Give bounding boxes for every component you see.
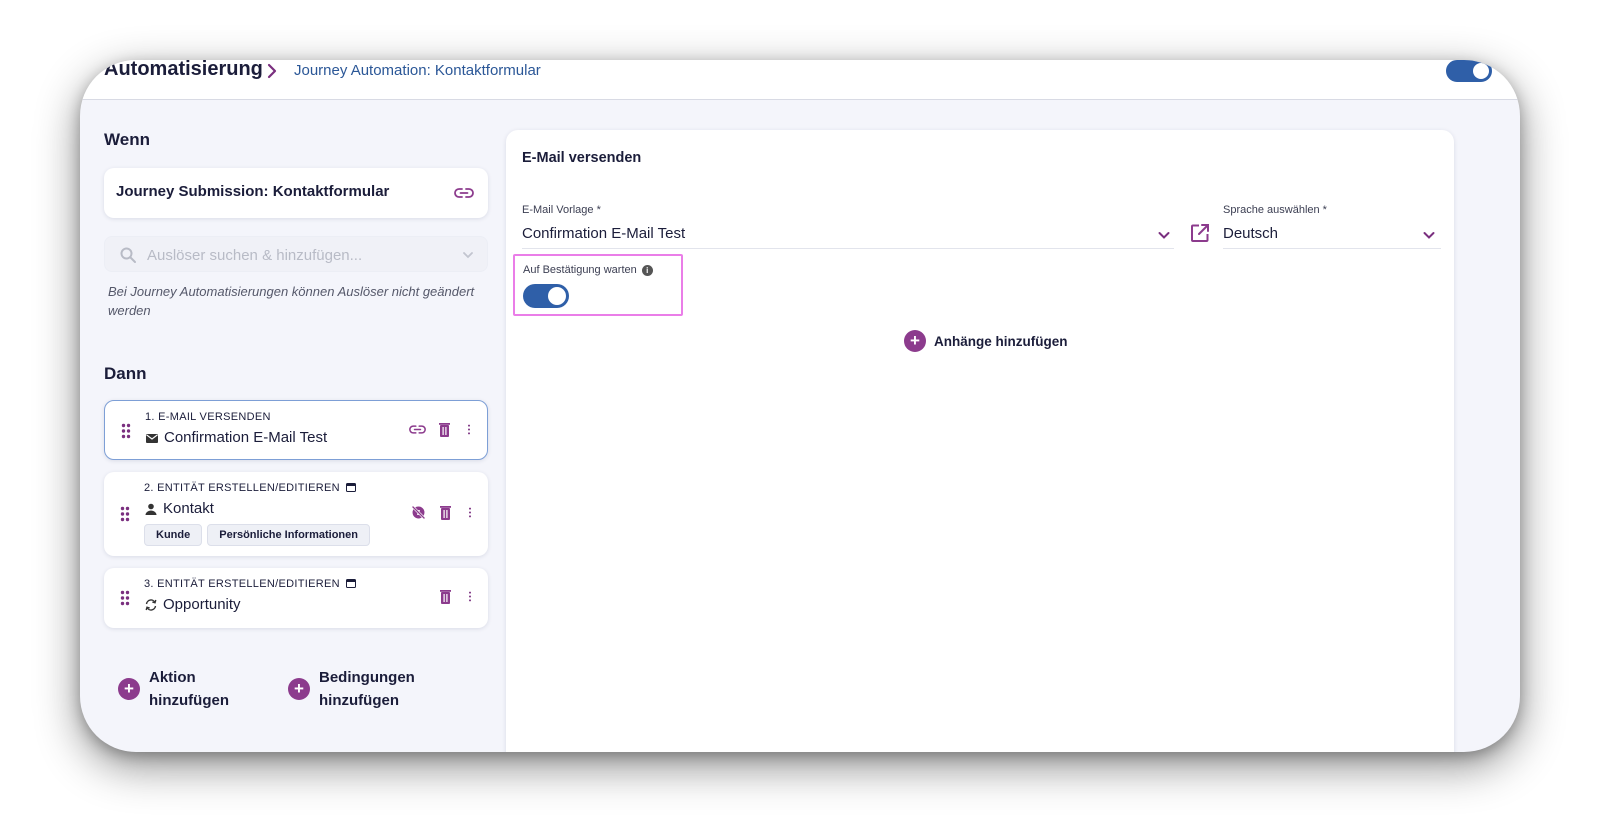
language-label: Sprache auswählen * (1223, 204, 1327, 216)
action-icons (410, 504, 476, 521)
trash-icon[interactable] (437, 504, 454, 521)
mail-icon (146, 433, 158, 443)
confirm-toggle[interactable] (523, 284, 569, 308)
action-card[interactable]: 1. E-MAIL VERSENDEN Confirmation E-Mail … (104, 400, 488, 460)
trigger-hint: Bei Journey Automatisierungen können Aus… (108, 284, 475, 318)
confirm-label: Auf Bestätigung warten i (523, 264, 653, 276)
template-select[interactable]: Confirmation E-Mail Test (522, 225, 685, 242)
action-icons (437, 588, 476, 605)
sync-icon (145, 598, 157, 611)
when-section-title: Wenn (104, 130, 150, 149)
trash-icon[interactable] (437, 588, 454, 605)
chevron-down-icon[interactable] (1157, 228, 1171, 242)
calendar-icon (346, 483, 357, 492)
chevron-right-icon (267, 63, 277, 79)
add-action-button[interactable]: + Aktion hinzufügen (118, 666, 229, 712)
chevron-down-icon[interactable] (461, 248, 475, 262)
tag: Kunde (144, 524, 203, 546)
then-section-title: Dann (104, 364, 147, 383)
trigger-card[interactable]: Journey Submission: Kontaktformular (104, 168, 488, 218)
top-bar: Automatisierung Journey Automation: Kont… (80, 60, 1520, 100)
trigger-label: Journey Submission: Kontaktformular (116, 183, 390, 200)
divider (1223, 248, 1441, 249)
info-icon[interactable]: i (641, 264, 653, 276)
language-select[interactable]: Deutsch (1223, 225, 1278, 242)
drag-handle-icon[interactable] (121, 423, 131, 439)
more-vert-icon[interactable] (464, 504, 476, 521)
confirm-highlight: Auf Bestätigung warten i (513, 254, 683, 316)
breadcrumb-root[interactable]: Automatisierung (104, 60, 263, 81)
panel-title: E-Mail versenden (522, 150, 642, 166)
open-external-icon[interactable] (1190, 223, 1210, 243)
action-name: Opportunity (144, 596, 241, 613)
person-icon (145, 503, 157, 515)
template-label: E-Mail Vorlage * (522, 204, 601, 216)
calendar-icon (346, 579, 357, 588)
action-title: 2. ENTITÄT ERSTELLEN/EDITIEREN (144, 482, 357, 494)
trigger-search-input[interactable] (147, 243, 447, 267)
action-detail-panel: E-Mail versenden E-Mail Vorlage * Confir… (506, 130, 1454, 752)
app-window: Automatisierung Journey Automation: Kont… (80, 60, 1520, 752)
tag: Persönliche Informationen (207, 524, 370, 546)
divider (522, 248, 1174, 249)
action-card[interactable]: 2. ENTITÄT ERSTELLEN/EDITIEREN Kontakt K… (104, 472, 488, 556)
action-title: 3. ENTITÄT ERSTELLEN/EDITIEREN (144, 578, 357, 590)
plus-icon: + (288, 678, 310, 700)
drag-handle-icon[interactable] (120, 590, 130, 606)
more-vert-icon[interactable] (463, 421, 475, 438)
action-name: Confirmation E-Mail Test (145, 429, 327, 446)
link-icon[interactable] (454, 184, 474, 202)
action-icons (409, 421, 475, 438)
trash-icon[interactable] (436, 421, 453, 438)
action-title: 1. E-MAIL VERSENDEN (145, 411, 271, 423)
link-icon[interactable] (409, 421, 426, 438)
more-vert-icon[interactable] (464, 588, 476, 605)
automation-active-toggle[interactable] (1446, 60, 1492, 82)
chevron-down-icon[interactable] (1422, 228, 1436, 242)
add-condition-button[interactable]: + Bedingungen hinzufügen (288, 666, 415, 712)
search-icon (120, 247, 136, 263)
link-off-icon[interactable] (410, 504, 427, 521)
plus-icon: + (904, 330, 926, 352)
action-card[interactable]: 3. ENTITÄT ERSTELLEN/EDITIEREN Opportuni… (104, 568, 488, 628)
action-tags: Kunde Persönliche Informationen (144, 524, 370, 546)
add-attachments-button[interactable]: + Anhänge hinzufügen (904, 330, 1067, 352)
plus-icon: + (118, 678, 140, 700)
breadcrumb-current: Journey Automation: Kontaktformular (294, 62, 541, 79)
action-name: Kontakt (144, 500, 214, 517)
drag-handle-icon[interactable] (120, 506, 130, 522)
trigger-search[interactable] (104, 236, 488, 272)
